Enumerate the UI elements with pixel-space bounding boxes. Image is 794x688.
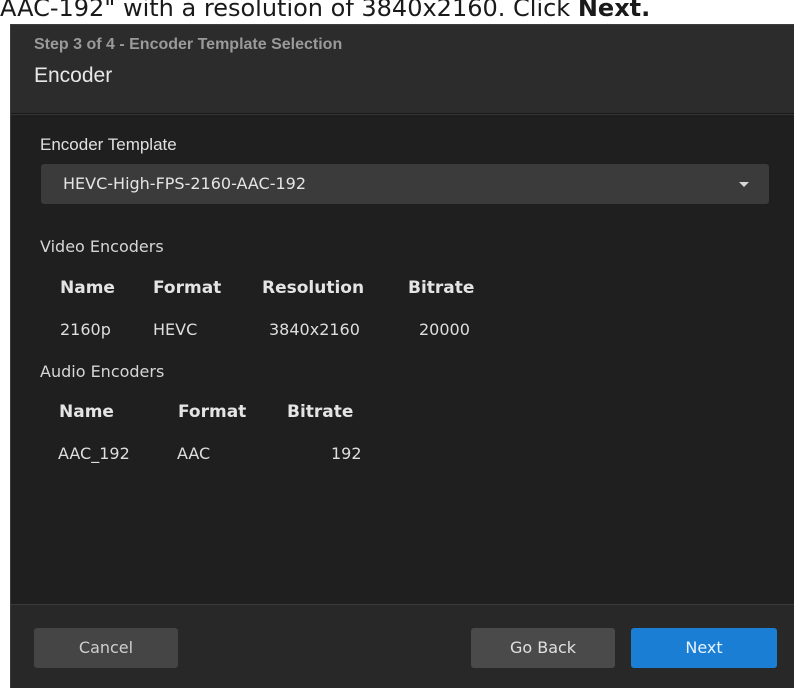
- caption-emphasis: Next.: [577, 0, 651, 22]
- video-name-cell: 2160p: [60, 320, 111, 339]
- encoder-template-label: Encoder Template: [40, 135, 177, 154]
- cancel-button[interactable]: Cancel: [34, 628, 178, 668]
- audio-name-cell: AAC_192: [58, 444, 130, 463]
- video-format-cell: HEVC: [153, 320, 198, 339]
- audio-encoders-label: Audio Encoders: [40, 362, 165, 381]
- column-header-format: Format: [178, 402, 247, 422]
- dialog-body: Encoder Template HEVC-High-FPS-2160-AAC-…: [11, 114, 794, 605]
- column-header-bitrate: Bitrate: [287, 402, 354, 422]
- video-resolution-cell: 3840x2160: [269, 320, 360, 339]
- encoder-template-select[interactable]: HEVC-High-FPS-2160-AAC-192: [41, 164, 769, 204]
- caption-text: AAC-192" with a resolution of 3840x2160.…: [0, 0, 578, 22]
- chevron-down-icon: [739, 182, 749, 187]
- video-encoders-label: Video Encoders: [40, 237, 164, 256]
- column-header-name: Name: [59, 402, 114, 422]
- encoder-template-value: HEVC-High-FPS-2160-AAC-192: [63, 174, 307, 193]
- column-header-name: Name: [60, 278, 115, 298]
- step-title: Step 3 of 4 - Encoder Template Selection: [34, 36, 343, 53]
- column-header-format: Format: [153, 278, 222, 298]
- column-header-bitrate: Bitrate: [408, 278, 475, 298]
- encoder-dialog: Step 3 of 4 - Encoder Template Selection…: [10, 24, 794, 688]
- dialog-footer: Cancel Go Back Next: [11, 604, 794, 688]
- column-header-resolution: Resolution: [262, 278, 365, 298]
- audio-bitrate-cell: 192: [331, 444, 362, 463]
- audio-format-cell: AAC: [177, 444, 211, 463]
- video-bitrate-cell: 20000: [419, 320, 470, 339]
- dialog-header: Step 3 of 4 - Encoder Template Selection…: [11, 25, 794, 114]
- next-button[interactable]: Next: [631, 628, 777, 668]
- dialog-title: Encoder: [34, 64, 113, 87]
- go-back-button[interactable]: Go Back: [471, 628, 615, 668]
- document-caption: AAC-192" with a resolution of 3840x2160.…: [0, 0, 794, 24]
